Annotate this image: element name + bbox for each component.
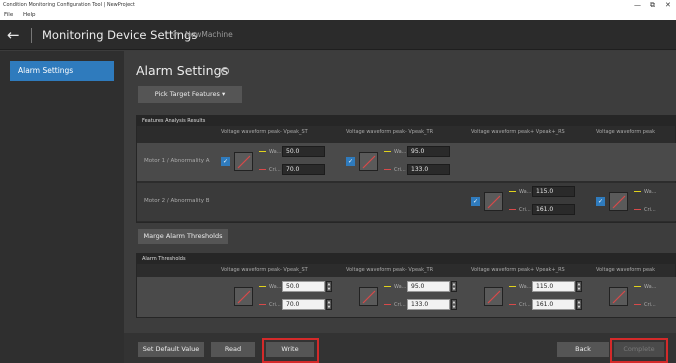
thresholds-row: Wa... Cri... 50.0 ▲ ▼ 70.0 ▲ ▼ Wa... Cri..…: [137, 277, 676, 317]
warning-legend: Wa...: [634, 284, 656, 290]
section-title: Alarm Settings: [136, 63, 229, 78]
read-button[interactable]: Read: [211, 342, 255, 357]
spinner-icon[interactable]: ▲ ▼: [451, 281, 457, 292]
warning-legend: Wa...: [509, 189, 531, 195]
critical-threshold-field[interactable]: 133.0: [407, 164, 450, 175]
waveform-chart-icon[interactable]: [234, 287, 253, 306]
waveform-chart-icon[interactable]: [234, 152, 253, 171]
critical-threshold-input[interactable]: 133.0: [407, 299, 450, 310]
warning-threshold-input[interactable]: 115.0: [532, 281, 575, 292]
row-label: Motor 1 / Abnormality A: [144, 158, 210, 164]
table-row: Motor 2 / Abnormality B ✓ Wa... Cri... 1…: [137, 183, 676, 221]
column-header: Voltage waveform peak- Vpeak_TR: [346, 129, 434, 135]
sidebar-item-alarm-settings[interactable]: Alarm Settings: [10, 61, 114, 81]
pick-target-features-button[interactable]: Pick Target Features ▾: [138, 86, 242, 103]
warning-legend: Wa...: [384, 149, 406, 155]
feature-checkbox[interactable]: ✓: [471, 197, 480, 206]
warning-threshold-input[interactable]: 50.0: [282, 281, 325, 292]
waveform-chart-icon[interactable]: [484, 287, 503, 306]
column-header: Voltage waveform peak: [596, 129, 655, 135]
critical-threshold-input[interactable]: 161.0: [532, 299, 575, 310]
waveform-chart-icon[interactable]: [359, 152, 378, 171]
warning-threshold-input[interactable]: 95.0: [407, 281, 450, 292]
column-header: Voltage waveform peak+ Vpeak+_RS: [471, 129, 565, 135]
critical-threshold-input[interactable]: 70.0: [282, 299, 325, 310]
spinner-icon[interactable]: ▲ ▼: [326, 281, 332, 292]
spinner-icon[interactable]: ▲ ▼: [576, 299, 582, 310]
waveform-chart-icon[interactable]: [484, 192, 503, 211]
breadcrumb-separator-icon: >: [172, 29, 180, 39]
maximize-icon[interactable]: ⧉: [650, 0, 655, 10]
window-titlebar: Condition Monitoring Configuration Tool …: [0, 0, 676, 10]
warning-threshold-field[interactable]: 115.0: [532, 186, 575, 197]
warning-legend: Wa...: [384, 284, 406, 290]
window-title: Condition Monitoring Configuration Tool …: [3, 2, 135, 8]
warning-legend: Wa...: [509, 284, 531, 290]
bottom-action-bar: Set Default Value Read Write Back Comple…: [124, 333, 676, 363]
critical-legend: Cri...: [259, 167, 281, 173]
spinner-icon[interactable]: ▲ ▼: [326, 299, 332, 310]
spinner-icon[interactable]: ▲ ▼: [451, 299, 457, 310]
feature-checkbox[interactable]: ✓: [221, 157, 230, 166]
critical-legend: Cri...: [259, 302, 281, 308]
complete-highlight: [610, 338, 668, 363]
write-highlight: [262, 338, 319, 363]
page-header: ← Monitoring Device Settings > NewMachin…: [0, 20, 676, 50]
menu-bar: File Help: [0, 10, 676, 20]
sidebar: Alarm Settings: [0, 51, 124, 363]
column-header: Voltage waveform peak- Vpeak_ST: [221, 129, 308, 135]
warning-legend: Wa...: [259, 284, 281, 290]
critical-legend: Cri...: [509, 207, 531, 213]
close-icon[interactable]: ✕: [665, 0, 671, 10]
column-header: Voltage waveform peak- Vpeak_ST: [221, 267, 308, 273]
critical-threshold-field[interactable]: 70.0: [282, 164, 325, 175]
spinner-icon[interactable]: ▲ ▼: [576, 281, 582, 292]
menu-file[interactable]: File: [4, 12, 13, 18]
feature-checkbox[interactable]: ✓: [346, 157, 355, 166]
column-header: Voltage waveform peak+ Vpeak+_RS: [471, 267, 565, 273]
set-default-value-button[interactable]: Set Default Value: [138, 342, 204, 357]
feature-checkbox[interactable]: ✓: [596, 197, 605, 206]
menu-help[interactable]: Help: [23, 12, 36, 18]
thresholds-panel-title: Alarm Thresholds: [137, 254, 675, 264]
alarm-thresholds-panel: Alarm Thresholds Voltage waveform peak- …: [136, 253, 676, 318]
table-row: Motor 1 / Abnormality A ✓ Wa... Cri... 5…: [137, 143, 676, 181]
row-label: Motor 2 / Abnormality B: [144, 198, 210, 204]
waveform-chart-icon[interactable]: [359, 287, 378, 306]
waveform-chart-icon[interactable]: [609, 287, 628, 306]
back-arrow-icon[interactable]: ←: [7, 25, 20, 45]
features-analysis-panel: Features Analysis Results Voltage wavefo…: [136, 115, 676, 223]
main-content: Alarm Settings i Pick Target Features ▾ …: [124, 51, 676, 363]
critical-legend: Cri...: [384, 167, 406, 173]
warning-legend: Wa...: [634, 189, 656, 195]
warning-threshold-field[interactable]: 50.0: [282, 146, 325, 157]
column-header: Voltage waveform peak: [596, 267, 655, 273]
back-button[interactable]: Back: [557, 342, 609, 357]
minimize-icon[interactable]: —: [634, 0, 641, 10]
critical-threshold-field[interactable]: 161.0: [532, 204, 575, 215]
critical-legend: Cri...: [509, 302, 531, 308]
info-icon[interactable]: i: [221, 67, 229, 75]
critical-legend: Cri...: [384, 302, 406, 308]
critical-legend: Cri...: [634, 302, 656, 308]
waveform-chart-icon[interactable]: [609, 192, 628, 211]
column-header: Voltage waveform peak- Vpeak_TR: [346, 267, 434, 273]
features-panel-title: Features Analysis Results: [137, 116, 675, 126]
critical-legend: Cri...: [634, 207, 656, 213]
warning-threshold-field[interactable]: 95.0: [407, 146, 450, 157]
warning-legend: Wa...: [259, 149, 281, 155]
breadcrumb-machine[interactable]: NewMachine: [185, 30, 233, 39]
header-divider: [31, 28, 32, 43]
merge-alarm-thresholds-button[interactable]: Marge Alarm Thresholds: [138, 229, 228, 244]
